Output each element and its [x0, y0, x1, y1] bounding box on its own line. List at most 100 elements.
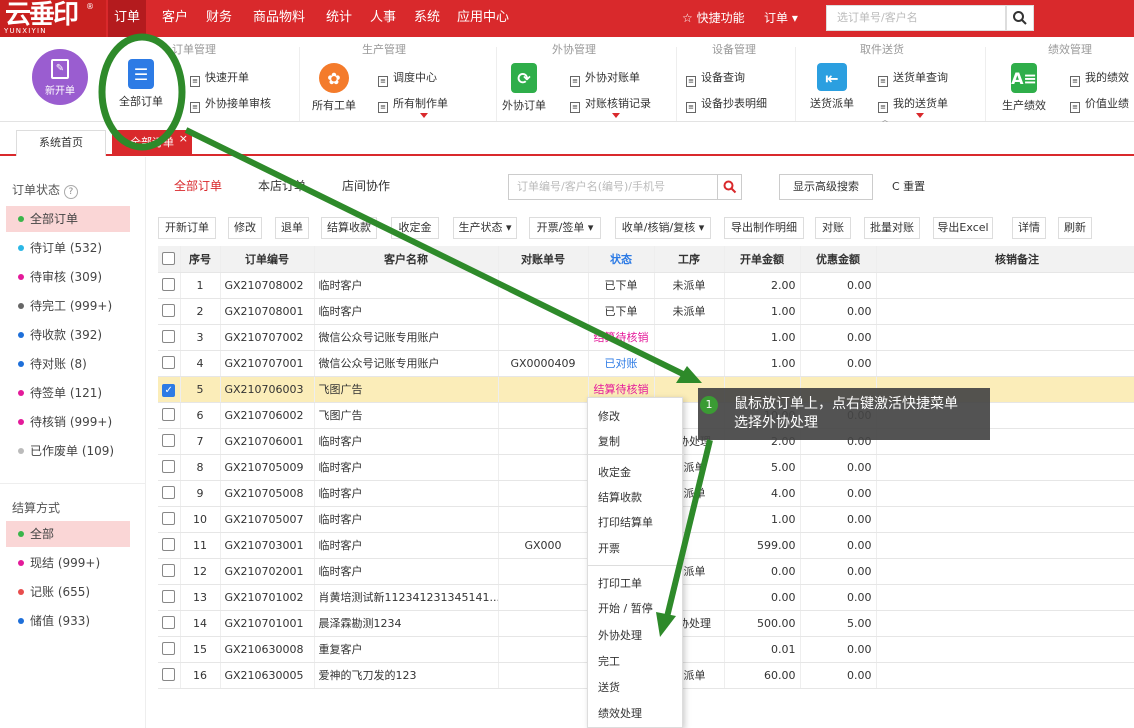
- all-orders-button[interactable]: ☰ 全部订单: [116, 59, 166, 109]
- recon-record-button[interactable]: ≡ 对账核销记录: [570, 95, 651, 113]
- column-header[interactable]: 客户名称: [314, 246, 499, 273]
- outsource-review-button[interactable]: ≡ 外协接单审核: [190, 95, 271, 113]
- checkbox[interactable]: [162, 356, 176, 369]
- toolbar-button-0[interactable]: 开新订单: [158, 217, 216, 239]
- row-checkbox[interactable]: [158, 272, 181, 299]
- toolbar-button-12[interactable]: 详情: [1012, 217, 1046, 239]
- sidebar-item-status-5[interactable]: 待对账 (8): [6, 351, 130, 377]
- sidebar-item-settle-2[interactable]: 记账 (655): [6, 579, 130, 605]
- toolbar-button-9[interactable]: 对账: [815, 217, 851, 239]
- row-checkbox[interactable]: [158, 324, 181, 351]
- context-menu-item-11[interactable]: 绩效处理: [598, 705, 642, 721]
- advanced-search-button[interactable]: 显示高级搜索: [779, 174, 873, 200]
- row-checkbox[interactable]: [158, 558, 181, 585]
- new-order-button[interactable]: ✎ 新开单: [32, 49, 88, 105]
- schedule-button[interactable]: ≡ 调度中心: [378, 69, 437, 87]
- checkbox[interactable]: [162, 564, 176, 577]
- chevron-down-icon[interactable]: [916, 113, 924, 118]
- table-row[interactable]: 3 GX210707002 微信公众号记账专用账户 结算待核销 1.00 0.00: [158, 324, 1134, 351]
- toolbar-button-6[interactable]: 开票/签单 ▾: [529, 217, 601, 239]
- equip-query-button[interactable]: ≡ 设备查询: [686, 69, 745, 87]
- row-checkbox[interactable]: [158, 662, 181, 689]
- column-header[interactable]: 工序: [654, 246, 725, 273]
- table-row[interactable]: 2 GX210708001 临时客户 已下单 未派单 1.00 0.00: [158, 298, 1134, 325]
- checkbox[interactable]: [162, 590, 176, 603]
- context-menu-item-6[interactable]: 打印工单: [598, 575, 642, 591]
- search-icon[interactable]: [718, 174, 742, 200]
- checkbox[interactable]: [162, 512, 176, 525]
- select-all-checkbox[interactable]: [158, 246, 181, 273]
- toolbar-button-13[interactable]: 刷新: [1058, 217, 1092, 239]
- checkbox[interactable]: [162, 460, 176, 473]
- column-header[interactable]: 状态: [588, 246, 655, 273]
- close-icon[interactable]: ×: [179, 127, 188, 151]
- context-menu-item-9[interactable]: 完工: [598, 653, 620, 669]
- row-checkbox[interactable]: [158, 532, 181, 559]
- checkbox[interactable]: [162, 251, 176, 265]
- search-icon[interactable]: [1006, 5, 1034, 31]
- subtab-store-orders[interactable]: 本店订单: [258, 177, 306, 194]
- checkbox[interactable]: [162, 616, 176, 629]
- nav-hr[interactable]: 人事: [364, 0, 402, 37]
- row-checkbox[interactable]: [158, 454, 181, 481]
- checkbox[interactable]: [162, 486, 176, 499]
- toolbar-button-4[interactable]: 收定金: [391, 217, 439, 239]
- context-menu-item-5[interactable]: 开票: [598, 540, 620, 556]
- checkbox[interactable]: [162, 408, 176, 421]
- my-perf-button[interactable]: ≡ 我的绩效: [1070, 69, 1129, 87]
- nav-customer[interactable]: 客户: [156, 0, 194, 37]
- equip-meter-button[interactable]: ≡ 设备抄表明细: [686, 95, 767, 113]
- outsource-recon-button[interactable]: ≡ 外协对账单: [570, 69, 640, 87]
- row-checkbox[interactable]: [158, 402, 181, 429]
- toolbar-button-7[interactable]: 收单/核销/复核 ▾: [615, 217, 711, 239]
- context-menu-item-4[interactable]: 打印结算单: [598, 514, 653, 530]
- sidebar-item-status-3[interactable]: 待完工 (999+): [6, 293, 130, 319]
- nav-system[interactable]: 系统: [408, 0, 446, 37]
- nav-goods[interactable]: 商品物料: [246, 0, 312, 37]
- subtab-collab[interactable]: 店间协作: [342, 177, 390, 194]
- context-menu-item-3[interactable]: 结算收款: [598, 489, 642, 505]
- row-checkbox[interactable]: [158, 428, 181, 455]
- context-menu-item-0[interactable]: 修改: [598, 408, 620, 424]
- sidebar-item-status-0[interactable]: 全部订单: [6, 206, 130, 232]
- row-checkbox[interactable]: [158, 506, 181, 533]
- row-checkbox[interactable]: [158, 480, 181, 507]
- context-menu-item-8[interactable]: 外协处理: [598, 627, 642, 643]
- sidebar-item-settle-3[interactable]: 储值 (933): [6, 608, 130, 634]
- global-search-input[interactable]: 选订单号/客户名: [826, 5, 1006, 31]
- performance-button[interactable]: A≡ 生产绩效: [996, 63, 1052, 113]
- toolbar-button-8[interactable]: 导出制作明细: [724, 217, 804, 239]
- checkbox[interactable]: [162, 434, 176, 447]
- tab-home[interactable]: 系统首页: [16, 130, 106, 156]
- subtab-all-orders[interactable]: 全部订单: [174, 177, 222, 194]
- quick-functions[interactable]: ☆ 快捷功能: [682, 0, 745, 36]
- order-search-input[interactable]: 订单编号/客户名(编号)/手机号: [508, 174, 718, 200]
- row-checkbox[interactable]: [158, 584, 181, 611]
- toolbar-button-2[interactable]: 退单: [275, 217, 309, 239]
- table-row[interactable]: 4 GX210707001 微信公众号记账专用账户 GX0000409 已对账 1.00 0…: [158, 350, 1134, 377]
- column-header[interactable]: 订单编号: [220, 246, 315, 273]
- row-checkbox[interactable]: [158, 610, 181, 637]
- nav-appcenter[interactable]: 应用中心: [450, 0, 516, 37]
- table-row[interactable]: 1 GX210708002 临时客户 已下单 未派单 2.00 0.00: [158, 272, 1134, 299]
- context-menu-item-7[interactable]: 开始 / 暂停: [598, 600, 653, 616]
- all-work-button[interactable]: ✿ 所有工单: [306, 63, 362, 113]
- column-header[interactable]: 核销备注: [876, 246, 1134, 273]
- nav-order[interactable]: 订单: [108, 0, 146, 37]
- sidebar-item-status-4[interactable]: 待收款 (392): [6, 322, 130, 348]
- checkbox[interactable]: [162, 538, 176, 551]
- context-menu-item-2[interactable]: 收定金: [598, 464, 631, 480]
- delivery-query-button[interactable]: ≡ 送货单查询: [878, 69, 948, 87]
- sidebar-item-settle-0[interactable]: 全部: [6, 521, 130, 547]
- checkbox[interactable]: [162, 668, 176, 681]
- row-checkbox[interactable]: ✓: [158, 376, 181, 403]
- checkbox[interactable]: [162, 642, 176, 655]
- delivery-dispatch-button[interactable]: ⇤ 送货派单: [806, 63, 858, 111]
- sidebar-item-status-7[interactable]: 待核销 (999+): [6, 409, 130, 435]
- nav-finance[interactable]: 财务: [200, 0, 238, 37]
- all-make-button[interactable]: ≡ 所有制作单: [378, 95, 448, 113]
- checkbox[interactable]: [162, 304, 176, 317]
- nav-stats[interactable]: 统计: [320, 0, 358, 37]
- order-select[interactable]: 订单 ▾: [758, 6, 820, 30]
- context-menu-item-10[interactable]: 送货: [598, 679, 620, 695]
